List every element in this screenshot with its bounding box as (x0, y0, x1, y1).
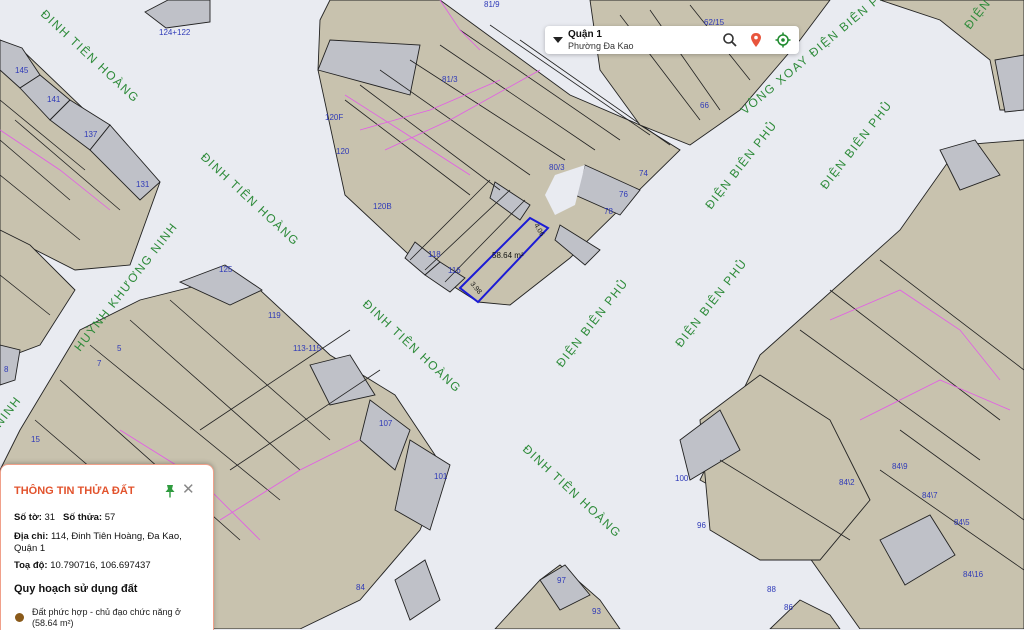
gps-locate-icon[interactable] (775, 32, 791, 48)
sheet-label: Số tờ: (14, 512, 42, 523)
parcel-number: 81/3 (442, 75, 458, 84)
location-search-box[interactable]: Quận 1 Phường Đa Kao (545, 26, 799, 54)
parcel-number: 137 (84, 130, 98, 139)
parcel-number: 76 (619, 190, 628, 199)
parcel-number: 131 (136, 180, 150, 189)
parcel-info-panel: THÔNG TIN THỬA ĐẤT ✕ Số tờ: 31 Số thửa: … (0, 464, 214, 630)
parcel-number: 84 (356, 583, 365, 592)
parcel-number: 145 (15, 66, 29, 75)
coordinates-row: Toạ độ: 10.790716, 106.697437 (14, 560, 151, 571)
coordinates-value: 10.790716, 106.697437 (50, 560, 151, 571)
parcel-number: 5 (117, 344, 122, 353)
ward-label: Phường Đa Kao (568, 41, 634, 51)
parcel-number: 101 (434, 472, 448, 481)
parcel-number: 120 (336, 147, 350, 156)
land-use-color-dot (15, 613, 24, 622)
address-row: Địa chỉ: 114, Đinh Tiên Hoàng, Đa Kao, Q… (14, 531, 199, 555)
parcel-value: 57 (104, 512, 116, 523)
parcel-number: 84\7 (922, 491, 938, 500)
location-pin-icon[interactable] (748, 32, 764, 48)
parcel-number: 81/9 (484, 0, 500, 9)
parcel-number: 15 (31, 435, 40, 444)
sheet-value: 31 (44, 512, 56, 523)
parcel-number: 78 (604, 207, 613, 216)
coordinates-label: Toạ độ: (14, 560, 48, 571)
parcel-number: 107 (379, 419, 393, 428)
dropdown-caret-icon[interactable] (553, 37, 563, 43)
parcel-number: 120F (325, 113, 343, 122)
parcel-number: 116 (448, 266, 461, 275)
parcel-number: 84\16 (963, 570, 984, 579)
land-use-heading: Quy hoạch sử dụng đất (14, 583, 138, 595)
parcel-number: 125 (219, 265, 233, 274)
panel-title: THÔNG TIN THỬA ĐẤT (14, 485, 135, 497)
parcel-number: 86 (784, 603, 793, 612)
parcel-number: 7 (97, 359, 102, 368)
land-use-value: Đất phức hợp - chủ đạo chức năng ở (58.6… (32, 607, 181, 628)
parcel-number: 84\5 (954, 518, 970, 527)
parcel-label: Số thửa: (63, 512, 103, 523)
selected-parcel-area: 58.64 m² (492, 251, 524, 260)
pin-icon[interactable] (164, 484, 176, 498)
parcel-number: 118 (428, 250, 441, 259)
district-label: Quận 1 (568, 29, 602, 40)
parcel-number: 80/3 (549, 163, 565, 172)
parcel-number: 124+122 (159, 28, 191, 37)
parcel-number: 96 (697, 521, 706, 530)
parcel-number: 141 (47, 95, 61, 104)
parcel-number: 97 (557, 576, 566, 585)
parcel-number: 84\9 (892, 462, 908, 471)
parcel-number: 74 (639, 169, 648, 178)
search-icon[interactable] (722, 32, 738, 48)
close-icon[interactable]: ✕ (182, 482, 195, 497)
address-label: Địa chỉ: (14, 531, 49, 542)
parcel-number: 120B (373, 202, 392, 211)
parcel-number: 84\2 (839, 478, 855, 487)
parcel-number: 100 (675, 474, 689, 483)
parcel-number: 8 (4, 365, 9, 374)
parcel-number: 93 (592, 607, 601, 616)
parcel-number: 119 (268, 311, 281, 320)
parcel-number: 66 (700, 101, 709, 110)
parcel-number: 113-115 (293, 344, 322, 353)
parcel-number: 88 (767, 585, 776, 594)
sheet-parcel-row: Số tờ: 31 Số thửa: 57 (14, 512, 115, 523)
